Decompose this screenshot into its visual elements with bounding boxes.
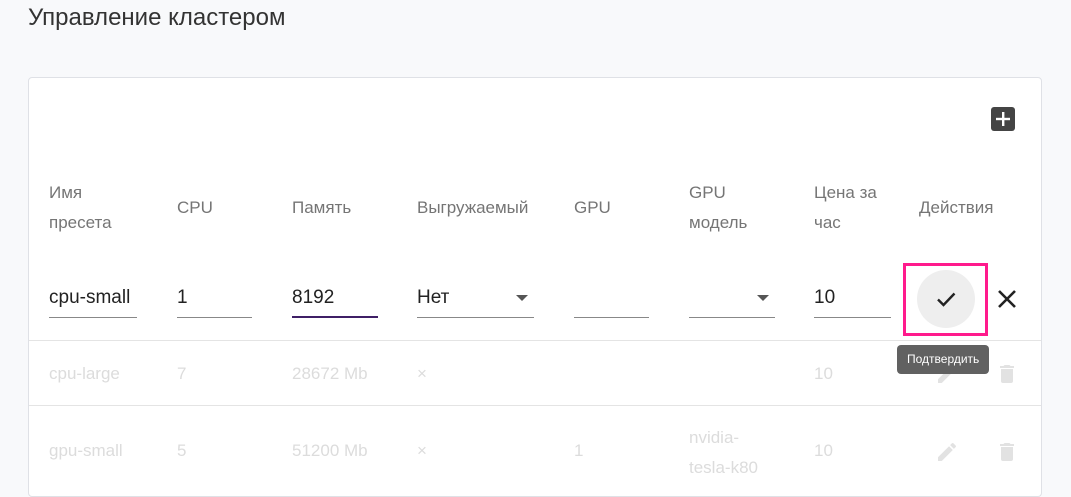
gpu-input[interactable]: [574, 287, 649, 309]
cell-name: cpu-large: [49, 364, 120, 383]
gpu-model-select[interactable]: [689, 286, 775, 318]
confirm-tooltip: Подтвердить: [897, 345, 990, 374]
row-divider: [29, 340, 1041, 341]
header-memory: Память: [292, 198, 352, 217]
cell-memory: 28672 Mb: [292, 364, 368, 383]
header-price: Цена за час: [814, 183, 877, 232]
confirm-highlight: [903, 263, 988, 336]
preemptible-select[interactable]: Нет: [417, 286, 534, 318]
confirm-button[interactable]: [917, 270, 975, 328]
preset-name-field[interactable]: [49, 286, 137, 318]
header-name: Имя пресета: [49, 183, 112, 232]
cell-preemptible: ×: [417, 364, 427, 383]
cell-name: gpu-small: [49, 441, 123, 460]
cell-cpu: 7: [177, 364, 187, 383]
cell-cpu: 5: [177, 441, 187, 460]
header-cpu: CPU: [177, 198, 213, 217]
cancel-button[interactable]: [995, 287, 1019, 311]
header-preemptible: Выгружаемый: [417, 198, 529, 217]
header-gpu: GPU: [574, 198, 611, 217]
cpu-input[interactable]: [177, 287, 252, 309]
add-box-icon: [991, 107, 1015, 131]
cell-gpu: 1: [574, 441, 584, 460]
trash-icon[interactable]: [995, 440, 1019, 464]
cell-price: 10: [814, 441, 833, 460]
memory-field[interactable]: [292, 286, 378, 318]
pencil-icon[interactable]: [935, 440, 959, 464]
gpu-field[interactable]: [574, 286, 649, 318]
preset-name-input[interactable]: [49, 287, 137, 309]
cpu-field[interactable]: [177, 286, 252, 318]
close-icon: [998, 290, 1016, 308]
chevron-down-icon: [516, 295, 528, 301]
price-input[interactable]: [814, 287, 891, 309]
check-icon: [937, 292, 956, 307]
add-preset-button[interactable]: [991, 107, 1015, 131]
cell-preemptible: ×: [417, 441, 427, 460]
page-title: Управление кластером: [28, 4, 286, 31]
header-actions: Действия: [919, 198, 994, 217]
trash-icon[interactable]: [995, 362, 1019, 386]
cell-price: 10: [814, 364, 833, 383]
chevron-down-icon: [757, 295, 769, 301]
cell-gpu-model: nvidia- tesla-k80: [689, 428, 758, 477]
preemptible-select-value: Нет: [417, 287, 450, 308]
row-divider: [29, 405, 1041, 406]
presets-card: Имя пресета CPU Память Выгружаемый GPU G…: [28, 77, 1042, 497]
memory-input[interactable]: [292, 287, 378, 309]
price-field[interactable]: [814, 286, 891, 318]
header-gpu-model: GPU модель: [689, 183, 748, 232]
cell-memory: 51200 Mb: [292, 441, 368, 460]
